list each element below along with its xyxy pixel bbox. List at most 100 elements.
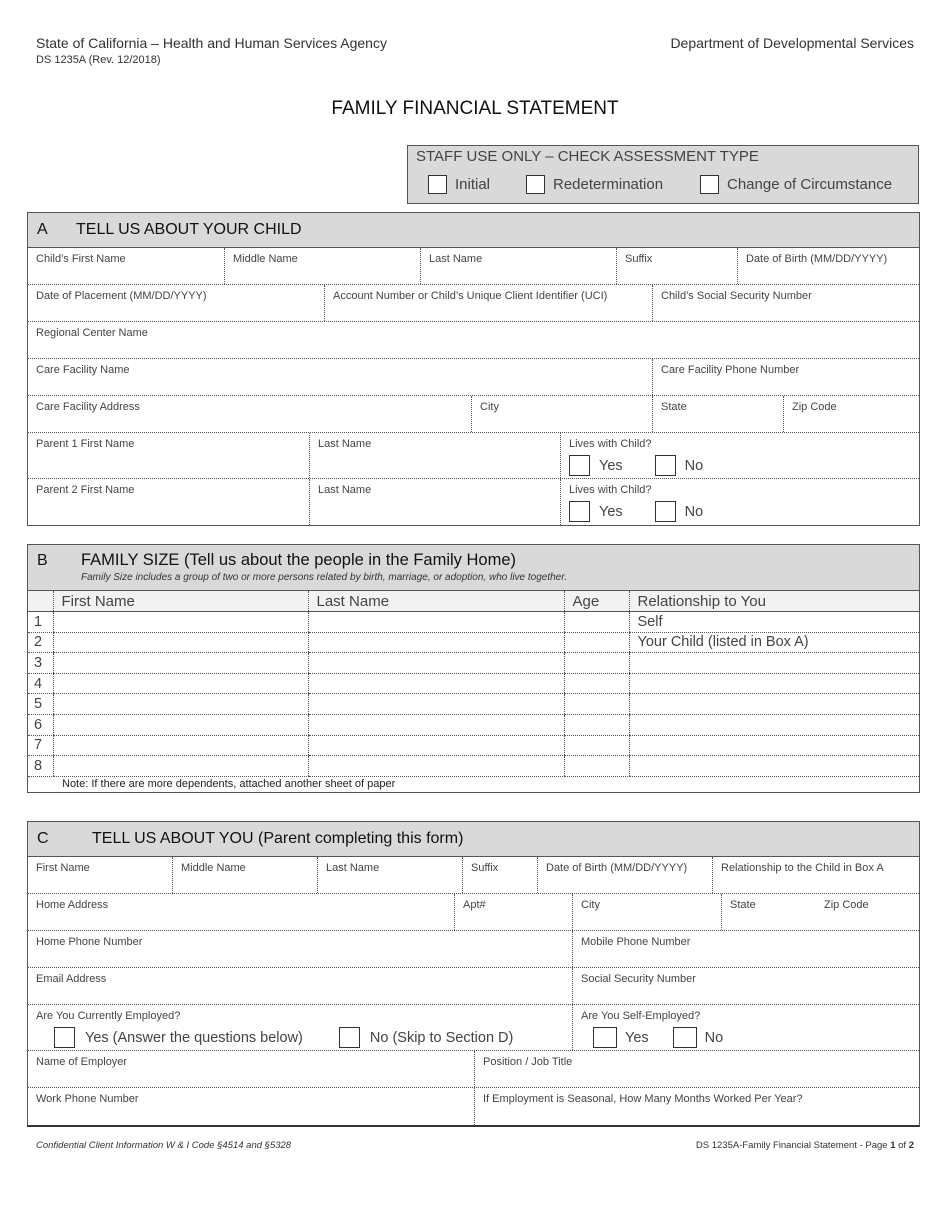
relationship-to-child-field[interactable]: Relationship to the Child in Box A [712,857,919,893]
self-employed-no-label: No [704,1029,724,1046]
care-facility-address-row: Care Facility Address City State Zip Cod… [28,396,919,433]
self-employed-yes-checkbox[interactable] [593,1027,617,1048]
redetermination-checkbox[interactable] [526,175,545,194]
first-name-cell[interactable] [52,652,308,674]
zip-field[interactable]: Zip Code [816,894,919,930]
age-cell[interactable] [563,611,629,633]
work-phone-field[interactable]: Work Phone Number [28,1088,474,1125]
first-name-cell[interactable] [52,673,308,695]
care-facility-state-field[interactable]: State [652,396,783,432]
last-name-cell[interactable] [307,652,564,674]
relationship-cell[interactable]: Your Child (listed in Box A) [628,632,919,654]
last-name-cell[interactable] [307,755,564,777]
assessment-change-of-circumstance[interactable]: Change of Circumstance [700,175,892,194]
child-ssn-field[interactable]: Child’s Social Security Number [652,285,919,321]
parent-suffix-field[interactable]: Suffix [462,857,537,893]
first-name-cell[interactable] [52,714,308,736]
parent2-first-name-field[interactable]: Parent 2 First Name [28,479,309,525]
seasonal-months-field[interactable]: If Employment is Seasonal, How Many Mont… [474,1088,919,1125]
age-cell[interactable] [563,673,629,695]
column-header-last-name: Last Name [307,591,564,613]
parent1-first-name-field[interactable]: Parent 1 First Name [28,433,309,478]
form-title: FAMILY FINANCIAL STATEMENT [331,98,619,119]
change-of-circumstance-checkbox[interactable] [700,175,719,194]
care-facility-address-field[interactable]: Care Facility Address [28,396,471,432]
parent-dob-field[interactable]: Date of Birth (MM/DD/YYYY) [537,857,712,893]
relationship-cell[interactable] [628,714,919,736]
parent-middle-name-field[interactable]: Middle Name [172,857,317,893]
parent1-last-name-field[interactable]: Last Name [309,433,560,478]
no-label: No [684,503,704,520]
age-cell[interactable] [563,632,629,654]
child-dob-field[interactable]: Date of Birth (MM/DD/YYYY) [737,248,919,284]
mobile-phone-field[interactable]: Mobile Phone Number [572,931,919,967]
employed-yes-label: Yes (Answer the questions below) [85,1029,303,1046]
relationship-cell[interactable]: Self [628,611,919,633]
child-first-name-field[interactable]: Child’s First Name [28,248,224,284]
relationship-cell[interactable] [628,673,919,695]
age-cell[interactable] [563,652,629,674]
child-suffix-field[interactable]: Suffix [616,248,737,284]
first-name-cell[interactable] [52,735,308,757]
relationship-cell[interactable] [628,693,919,716]
first-name-cell[interactable] [52,611,308,633]
home-address-row: Home Address Apt# City State Zip Code [28,894,919,931]
care-facility-name-field[interactable]: Care Facility Name [28,359,652,395]
child-name-row: Child’s First Name Middle Name Last Name… [28,248,919,285]
care-facility-city-field[interactable]: City [471,396,652,432]
job-title-field[interactable]: Position / Job Title [474,1051,919,1087]
home-address-field[interactable]: Home Address [28,894,454,930]
relationship-cell[interactable] [628,652,919,674]
age-cell[interactable] [563,714,629,736]
regional-center-field[interactable]: Regional Center Name [28,322,919,358]
relationship-cell[interactable] [628,735,919,757]
last-name-cell[interactable] [307,693,564,716]
employment-row: Are You Currently Employed? Yes (Answer … [28,1005,919,1051]
employed-no-checkbox[interactable] [338,1027,360,1048]
email-field[interactable]: Email Address [28,968,572,1004]
employer-name-field[interactable]: Name of Employer [28,1051,474,1087]
uci-field[interactable]: Account Number or Child’s Unique Client … [324,285,652,321]
employer-row: Name of Employer Position / Job Title [28,1051,919,1088]
assessment-initial[interactable]: Initial [428,175,490,194]
city-field[interactable]: City [572,894,721,930]
self-employed-no-checkbox[interactable] [672,1027,697,1048]
row-number: 2 [28,632,53,654]
care-facility-phone-field[interactable]: Care Facility Phone Number [652,359,919,395]
parent1-no-checkbox[interactable] [654,455,676,476]
child-middle-name-field[interactable]: Middle Name [224,248,420,284]
parent1-yes-checkbox[interactable] [569,455,590,476]
apt-field[interactable]: Apt# [454,894,572,930]
first-name-cell[interactable] [52,693,308,716]
first-name-cell[interactable] [52,632,308,654]
parent2-last-name-field[interactable]: Last Name [309,479,560,525]
parent2-no-checkbox[interactable] [654,501,676,522]
care-facility-row: Care Facility Name Care Facility Phone N… [28,359,919,396]
care-facility-zip-field[interactable]: Zip Code [783,396,919,432]
date-of-placement-field[interactable]: Date of Placement (MM/DD/YYYY) [28,285,324,321]
redetermination-label: Redetermination [553,176,664,193]
employed-yes-checkbox[interactable] [54,1027,75,1048]
relationship-cell[interactable] [628,755,919,777]
last-name-cell[interactable] [307,611,564,633]
parent-first-name-field[interactable]: First Name [28,857,172,893]
home-phone-field[interactable]: Home Phone Number [28,931,572,967]
age-cell[interactable] [563,693,629,716]
child-id-row: Date of Placement (MM/DD/YYYY) Account N… [28,285,919,322]
department-name: Department of Developmental Services [670,35,914,51]
ssn-field[interactable]: Social Security Number [572,968,919,1004]
age-cell[interactable] [563,735,629,757]
last-name-cell[interactable] [307,714,564,736]
age-cell[interactable] [563,755,629,777]
parent2-yes-checkbox[interactable] [569,501,590,522]
state-field[interactable]: State [721,894,816,930]
child-last-name-field[interactable]: Last Name [420,248,616,284]
row-number: 3 [28,652,53,674]
initial-checkbox[interactable] [428,175,447,194]
assessment-redetermination[interactable]: Redetermination [526,175,663,194]
first-name-cell[interactable] [52,755,308,777]
last-name-cell[interactable] [307,673,564,695]
parent-last-name-field[interactable]: Last Name [317,857,462,893]
last-name-cell[interactable] [307,632,564,654]
last-name-cell[interactable] [307,735,564,757]
